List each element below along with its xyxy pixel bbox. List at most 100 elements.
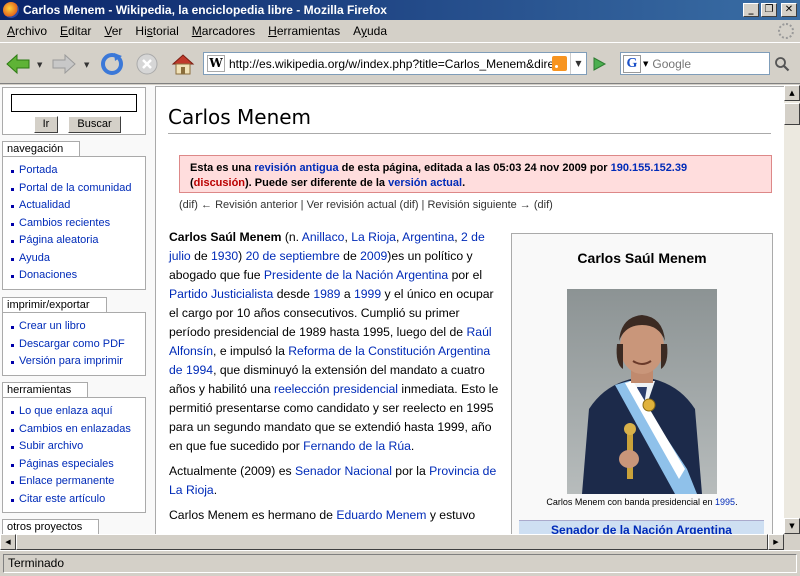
previous-revision-link[interactable]: ← Revisión anterior [198, 199, 298, 211]
portrait-image[interactable] [567, 289, 717, 494]
article-text: ) [238, 249, 246, 263]
web-search-input[interactable] [652, 56, 753, 71]
article-text: . [410, 439, 415, 453]
article-link[interactable]: Fernando de la Rúa [303, 439, 411, 453]
scroll-left-button[interactable]: ◀ [0, 534, 16, 550]
discusion-link[interactable]: discusión [194, 177, 245, 189]
url-bar[interactable]: W http://es.wikipedia.org/w/index.php?ti… [203, 52, 587, 75]
url-text[interactable]: http://es.wikipedia.org/w/index.php?titl… [229, 57, 552, 71]
menu-marcadores[interactable]: Marcadores [192, 24, 255, 38]
google-engine-icon[interactable]: G [623, 54, 641, 73]
article-subject: Carlos Saúl Menem [169, 230, 282, 244]
article-link[interactable]: 1999 [354, 287, 381, 301]
article-link[interactable]: reelección presidencial [274, 382, 398, 396]
nav-link-2[interactable]: Actualidad [9, 197, 145, 215]
article-link[interactable]: Eduardo Menem [336, 508, 426, 522]
navigation-toolbar: ▼ ▼ W http://es.wikipedia.org/w/index.ph… [0, 42, 800, 84]
horizontal-scroll-thumb[interactable] [16, 534, 768, 550]
diff-link[interactable]: (dif) [179, 199, 198, 211]
menu-historial[interactable]: Historial [135, 24, 178, 38]
article-text: de [190, 249, 212, 263]
back-button[interactable] [4, 51, 32, 77]
portlet-herramientas: Lo que enlaza aquí Cambios en enlazadas Su… [2, 397, 146, 513]
ir-button[interactable]: Ir [34, 116, 58, 133]
horizontal-scrollbar[interactable]: ◀ ▶ [0, 534, 784, 550]
nav-link-0[interactable]: Portada [9, 162, 145, 180]
portlet-navegacion: Portada Portal de la comunidad Actualidad C… [2, 156, 146, 290]
stop-icon [136, 53, 158, 75]
nav-link-1[interactable]: Portal de la comunidad [9, 180, 145, 198]
portlet-title-herramientas: herramientas [2, 382, 89, 398]
revision-antigua-link[interactable]: revisión antigua [254, 162, 338, 174]
forward-history-dropdown-icon[interactable]: ▼ [84, 61, 89, 69]
portrait-caption: Carlos Menem con banda presidencial en 1… [512, 497, 772, 507]
article-link[interactable]: 20 de septiembre [246, 249, 340, 263]
home-button[interactable] [169, 51, 197, 77]
vertical-scroll-thumb[interactable] [784, 103, 800, 125]
minimize-button[interactable]: _ [743, 3, 759, 17]
scrollbar-corner [784, 534, 800, 550]
forward-button[interactable] [50, 51, 78, 77]
caption-text: Carlos Menem con banda presidencial en [546, 497, 716, 507]
tool-link-5[interactable]: Citar este artículo [9, 491, 145, 509]
article-link[interactable]: Argentina [402, 230, 454, 244]
close-button[interactable]: ✕ [781, 3, 797, 17]
back-history-dropdown-icon[interactable]: ▼ [37, 61, 42, 69]
current-revision-link[interactable]: Ver revisión actual [307, 199, 397, 211]
search-engine-dropdown-icon[interactable]: ▼ [643, 60, 648, 68]
version-actual-link[interactable]: versión actual [388, 177, 462, 189]
url-history-dropdown-icon[interactable]: ▼ [570, 53, 586, 74]
tool-link-1[interactable]: Cambios en enlazadas [9, 421, 145, 439]
menu-ayuda[interactable]: Ayuda [353, 24, 387, 38]
next-revision-link[interactable]: Revisión siguiente → [427, 199, 530, 211]
print-link-0[interactable]: Crear un libro [9, 318, 145, 336]
year-1995-link[interactable]: 1995 [715, 497, 735, 507]
vertical-scrollbar[interactable]: ▲ ▼ [784, 85, 800, 534]
article-text: por la [391, 464, 430, 478]
infobox: Carlos Saúl Menem Carlos Menem con banda… [511, 233, 773, 534]
menu-herramientas[interactable]: Herramientas [268, 24, 340, 38]
article-link[interactable]: 2009 [360, 249, 387, 263]
infobox-section-header[interactable]: Senador de la Nación Argentina [519, 520, 764, 534]
article-link[interactable]: Anillaco [302, 230, 345, 244]
tool-link-3[interactable]: Páginas especiales [9, 456, 145, 474]
diff-link[interactable]: (dif) [396, 199, 419, 211]
web-search-box[interactable]: G ▼ [620, 52, 770, 75]
stop-button[interactable] [133, 51, 161, 77]
menu-editar[interactable]: Editar [60, 24, 91, 38]
article-link[interactable]: La Rioja [351, 230, 396, 244]
tool-link-4[interactable]: Enlace permanente [9, 473, 145, 491]
scroll-up-button[interactable]: ▲ [784, 85, 800, 101]
reload-icon [101, 53, 123, 75]
nav-link-3[interactable]: Cambios recientes [9, 215, 145, 233]
rss-feed-icon[interactable] [552, 56, 567, 71]
menu-ver[interactable]: Ver [104, 24, 122, 38]
article-link[interactable]: 1930 [211, 249, 238, 263]
restore-button[interactable]: ❐ [761, 3, 777, 17]
reload-button[interactable] [98, 51, 126, 77]
go-button[interactable] [590, 56, 608, 72]
portlet-title-otros-proyectos: otros proyectos [2, 519, 100, 534]
wiki-search-input[interactable] [11, 94, 137, 112]
nav-link-6[interactable]: Donaciones [9, 267, 145, 285]
article-link[interactable]: Partido Justicialista [169, 287, 273, 301]
scroll-down-button[interactable]: ▼ [784, 518, 800, 534]
article-link[interactable]: Presidente de la Nación Argentina [264, 268, 448, 282]
editor-ip-link[interactable]: 190.155.152.39 [611, 162, 687, 174]
scroll-right-button[interactable]: ▶ [768, 534, 784, 550]
print-link-1[interactable]: Descargar como PDF [9, 336, 145, 354]
nav-link-5[interactable]: Ayuda [9, 250, 145, 268]
infobox-title: Carlos Saúl Menem [577, 250, 707, 266]
menu-archivo[interactable]: Archivo [7, 24, 47, 38]
buscar-button[interactable]: Buscar [68, 116, 121, 133]
tool-link-2[interactable]: Subir archivo [9, 438, 145, 456]
tool-link-0[interactable]: Lo que enlaza aquí [9, 403, 145, 421]
wiki-search-portlet: Ir Buscar [2, 87, 146, 135]
article-link[interactable]: Senador Nacional [295, 464, 392, 478]
article-link[interactable]: 1989 [313, 287, 340, 301]
diff-link[interactable]: (dif) [531, 199, 553, 211]
nav-link-4[interactable]: Página aleatoria [9, 232, 145, 250]
article-text: . [213, 483, 218, 497]
print-link-2[interactable]: Versión para imprimir [9, 353, 145, 371]
web-search-button[interactable] [770, 52, 794, 75]
